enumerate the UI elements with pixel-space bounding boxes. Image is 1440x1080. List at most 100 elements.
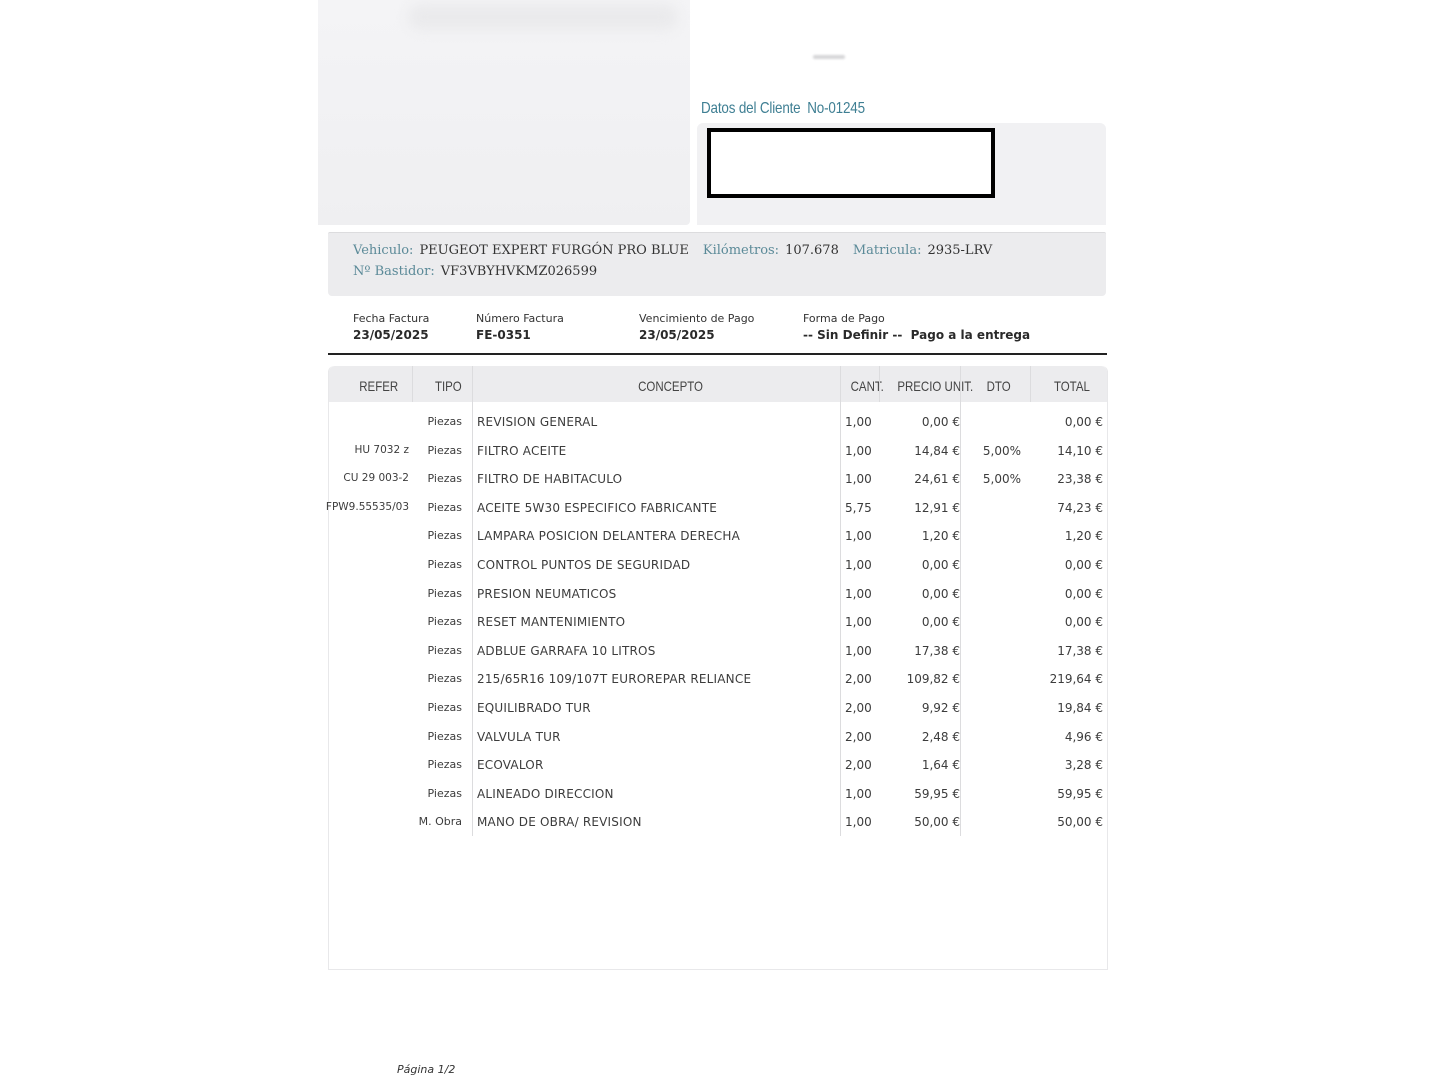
row-precio: 0,00 € [921,615,960,630]
header-concepto: CONCEPTO [638,378,703,394]
row-tipo: Piezas [427,758,462,772]
row-concepto: ADBLUE GARRAFA 10 LITROS [477,643,656,658]
table-row: Piezas ALINEADO DIRECCION 1,00 59,95 € 59,95… [329,787,1107,813]
row-total: 0,00 € [1064,558,1103,572]
header-precio: PRECIO UNIT. [897,378,974,394]
row-cant: 1,00 [845,786,872,801]
bastidor-value: VF3VBYHVKMZ026599 [440,264,598,279]
client-section-title: Datos del Cliente No-01245 [701,100,865,118]
row-precio: 0,00 € [921,586,960,601]
table-row: Piezas 215/65R16 109/107T EUROREPAR RELIA… [329,672,1107,698]
header-tipo: TIPO [434,378,462,394]
row-total: 23,38 € [1057,472,1103,487]
row-tipo: Piezas [427,529,462,543]
row-concepto: FILTRO ACEITE [477,443,567,458]
row-concepto: EQUILIBRADO TUR [477,701,591,715]
vehicle-label: Vehiculo: [353,243,414,258]
row-concepto: 215/65R16 109/107T EUROREPAR RELIANCE [477,672,752,687]
header-dto: DTO [986,378,1011,394]
row-refer: CU 29 003-2 [343,472,409,485]
row-precio: 109,82 € [906,672,960,687]
row-total: 0,00 € [1064,415,1103,429]
fecha-label: Fecha Factura [353,312,430,325]
row-total: 4,96 € [1064,729,1103,744]
row-total: 1,20 € [1064,529,1103,544]
row-concepto: REVISION GENERAL [477,415,598,429]
table-row: Piezas REVISION GENERAL 1,00 0,00 € 0,00 € [329,415,1107,441]
row-tipo: Piezas [427,786,462,800]
header-refer: REFER [359,378,399,394]
row-concepto: ACEITE 5W30 ESPECIFICO FABRICANTE [477,500,718,515]
section-divider [328,353,1107,355]
row-cant: 1,00 [845,586,872,601]
vencimiento-value: 23/05/2025 [639,328,715,342]
row-dto: 5,00% [982,443,1021,458]
row-cant: 1,00 [845,558,872,572]
vehicle-line-1: Vehiculo: PEUGEOT EXPERT FURGÓN PRO BLUE K… [353,243,1006,258]
row-total: 50,00 € [1057,815,1103,830]
redacted-client-box [707,128,995,198]
matricula-label: Matricula: [852,243,922,258]
forma-pago: Forma de Pago -- Sin Definir -- Pago a l… [803,312,1030,342]
table-row: Piezas ADBLUE GARRAFA 10 LITROS 1,00 17,38 … [329,644,1107,670]
table-row: FPW9.55535/03 Piezas ACEITE 5W30 ESPECIFIC… [326,500,1107,527]
row-total: 74,23 € [1057,500,1103,515]
row-concepto: ECOVALOR [477,758,544,773]
row-total: 0,00 € [1064,586,1103,601]
row-cant: 2,00 [845,672,872,687]
row-tipo: Piezas [427,586,462,600]
invoice-lines-table: REFER TIPO CONCEPTO CANT. PRECIO UNIT. D… [326,366,1108,970]
row-tipo: Piezas [427,729,462,743]
row-precio: 0,00 € [921,558,960,572]
row-total: 19,84 € [1057,701,1103,715]
row-tipo: Piezas [427,472,462,486]
row-concepto: VALVULA TUR [477,729,561,744]
row-concepto: RESET MANTENIMIENTO [477,615,626,630]
table-row: Piezas LAMPARA POSICION DELANTERA DERECHA… [329,529,1107,555]
row-total: 59,95 € [1057,786,1103,801]
page-number: Página 1/2 [397,1063,456,1076]
row-concepto: ALINEADO DIRECCION [477,786,614,801]
vehicle-line-2: Nº Bastidor: VF3VBYHVKMZ026599 [353,264,611,279]
row-tipo: Piezas [427,672,462,686]
fecha-factura: Fecha Factura 23/05/2025 [353,312,429,342]
redacted-company-header [318,0,690,225]
row-tipo: Piezas [427,415,462,428]
vencimiento-label: Vencimiento de Pago [639,312,755,325]
numero-label: Número Factura [476,312,564,325]
row-cant: 1,00 [845,615,872,630]
header-total: TOTAL [1053,378,1090,394]
row-tipo: Piezas [427,701,462,714]
matricula-value: 2935-LRV [927,243,993,258]
row-precio: 50,00 € [914,815,960,830]
row-tipo: Piezas [427,643,462,657]
row-total: 3,28 € [1064,758,1103,773]
row-precio: 0,00 € [921,415,960,429]
col-sep-cant [879,366,880,402]
row-precio: 2,48 € [921,729,960,744]
row-cant: 1,00 [845,529,872,544]
row-concepto: MANO DE OBRA/ REVISION [477,815,642,830]
table-row: M. Obra MANO DE OBRA/ REVISION 1,00 50,00 €… [329,815,1107,841]
client-number: No-01245 [807,100,865,117]
row-concepto: FILTRO DE HABITACULO [477,472,623,487]
vencimiento-pago: Vencimiento de Pago 23/05/2025 [639,312,754,342]
forma-label: Forma de Pago [803,312,885,325]
row-precio: 24,61 € [914,472,960,487]
row-tipo: M. Obra [418,815,462,829]
row-cant: 1,00 [845,415,872,429]
row-concepto: CONTROL PUNTOS DE SEGURIDAD [477,558,691,572]
km-label: Kilómetros: [702,243,780,258]
header-smudge [813,55,845,59]
row-refer: HU 7032 z [354,443,410,456]
row-tipo: Piezas [427,443,462,457]
row-precio: 59,95 € [914,786,960,801]
table-row: Piezas VALVULA TUR 2,00 2,48 € 4,96 € [329,730,1107,756]
vehicle-panel: Vehiculo: PEUGEOT EXPERT FURGÓN PRO BLUE K… [328,232,1106,296]
table-row: CU 29 003-2 Piezas FILTRO DE HABITACULO 1,0… [329,472,1107,498]
row-tipo: Piezas [427,558,462,571]
row-precio: 9,92 € [921,701,960,715]
row-precio: 14,84 € [914,443,960,458]
table-row: Piezas EQUILIBRADO TUR 2,00 9,92 € 19,84 € [329,701,1107,727]
numero-factura: Número Factura FE-0351 [476,312,564,342]
